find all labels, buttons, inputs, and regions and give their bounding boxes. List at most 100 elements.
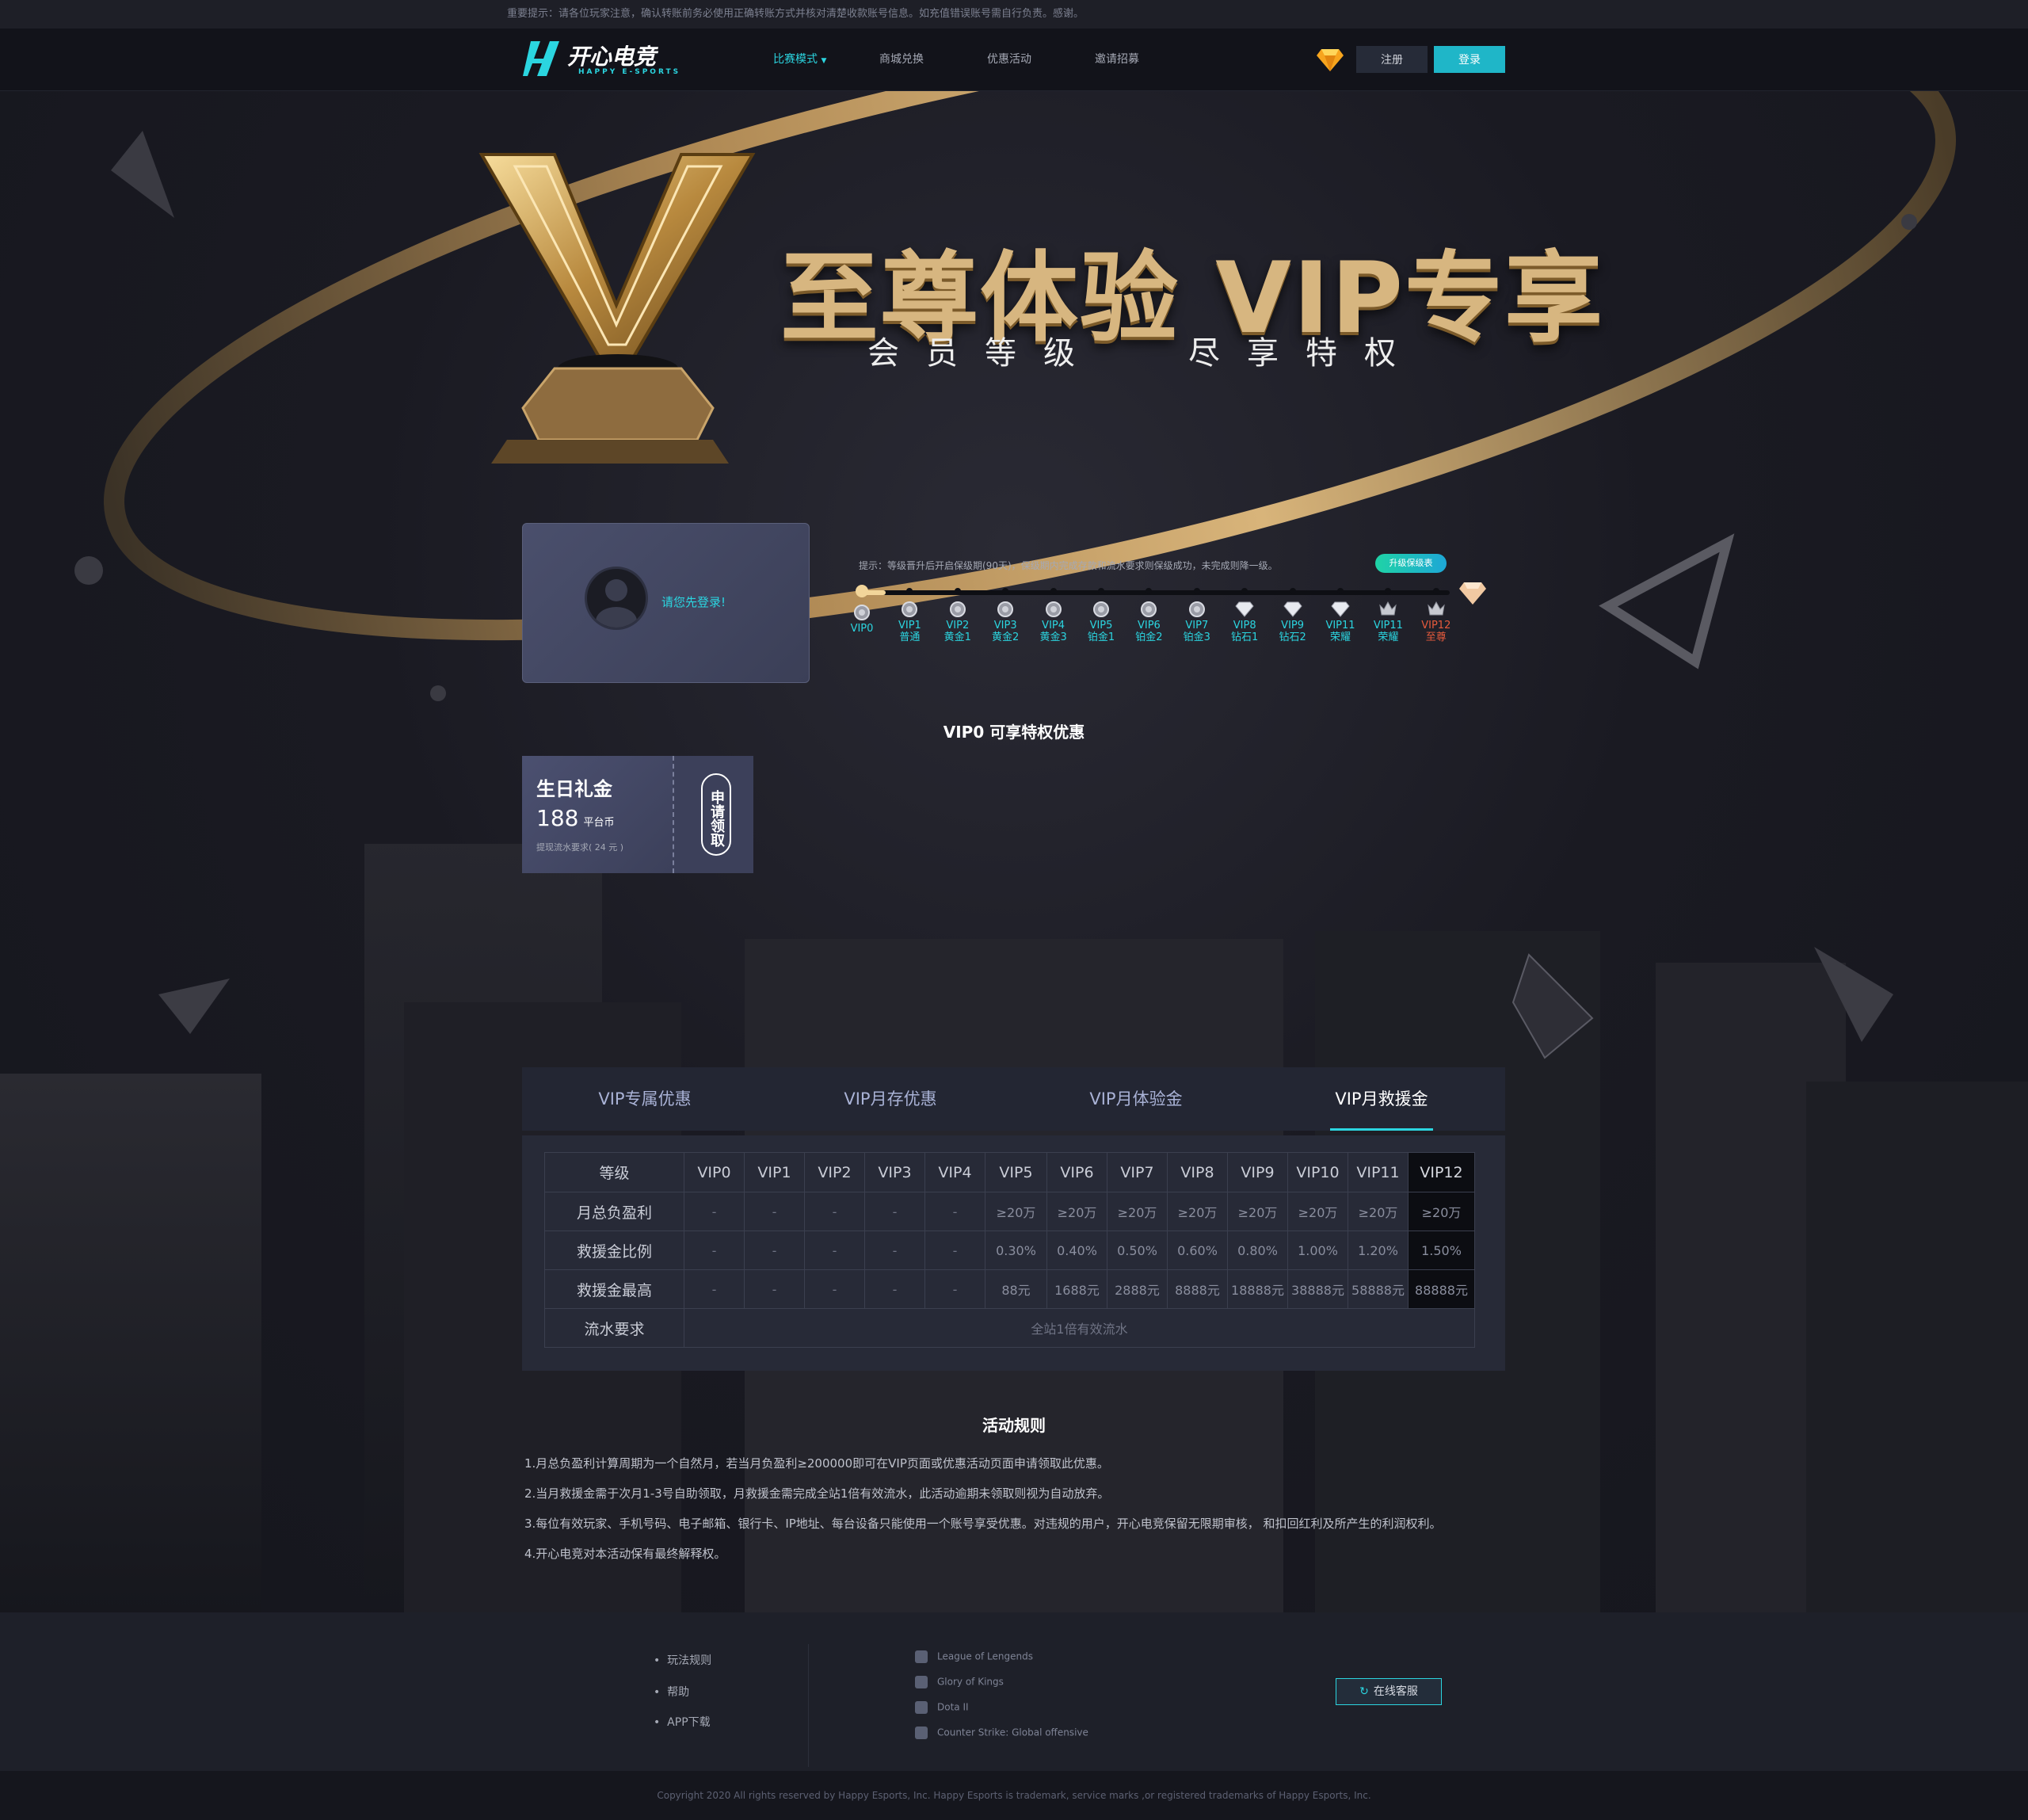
table-header-cell: VIP1 <box>744 1152 805 1192</box>
nav-label: 比赛模式 <box>773 53 818 66</box>
table-cell: 8888元 <box>1167 1269 1228 1309</box>
game-name: League of Lengends <box>937 1650 1033 1662</box>
footer-link-help[interactable]: • 帮助 <box>654 1684 689 1700</box>
footer-link-app[interactable]: • APP下载 <box>654 1714 711 1730</box>
tab-monthly-trial[interactable]: VIP月体验金 <box>1013 1067 1259 1131</box>
table-cell: - <box>864 1192 925 1231</box>
login-button[interactable]: 登录 <box>1434 46 1505 73</box>
coupon-amount-value: 188 <box>536 805 579 831</box>
tab-monthly-rescue[interactable]: VIP月救援金 <box>1259 1067 1504 1131</box>
medal-icon <box>900 599 919 618</box>
nav-shop[interactable]: 商城兑换 <box>879 51 924 67</box>
level-dot <box>1241 588 1248 594</box>
level-dot <box>1050 588 1057 594</box>
table-cell: - <box>684 1269 745 1309</box>
diamond-icon[interactable] <box>1317 48 1344 71</box>
register-button[interactable]: 注册 <box>1356 46 1428 73</box>
table-header-cell: 等级 <box>544 1152 684 1192</box>
level-code: VIP12 <box>1421 620 1451 631</box>
table-row: 流水要求 全站1倍有效流水 <box>544 1308 1475 1348</box>
level-dot <box>1289 588 1296 594</box>
table-cell: - <box>744 1269 805 1309</box>
tab-vip-exclusive[interactable]: VIP专属优惠 <box>522 1067 768 1131</box>
row-label: 月总负盈利 <box>544 1192 684 1231</box>
nav-invite[interactable]: 邀请招募 <box>1095 51 1139 67</box>
vip-level-step: VIP2 黄金1 <box>934 588 982 643</box>
nav-match-mode[interactable]: 比赛模式 ▼ <box>773 51 826 67</box>
game-link-kings[interactable]: Glory of Kings <box>915 1676 1004 1688</box>
table-cell: - <box>684 1192 745 1231</box>
notice-text: 重要提示：请各位玩家注意，确认转账前务必使用正确转账方式并核对清楚收款账号信息。… <box>507 8 1085 20</box>
level-dot <box>1385 588 1392 594</box>
level-code: VIP11 <box>1373 620 1403 631</box>
crown-icon <box>1378 599 1397 618</box>
table-header-cell: VIP5 <box>985 1152 1047 1192</box>
user-icon <box>596 579 637 628</box>
medal-icon <box>852 602 871 621</box>
avatar[interactable] <box>585 567 648 630</box>
diamond-icon <box>1459 582 1486 605</box>
level-dot <box>1098 588 1104 594</box>
level-dot <box>856 585 868 597</box>
notice-bar: 重要提示：请各位玩家注意，确认转账前务必使用正确转账方式并核对清楚收款账号信息。… <box>0 0 2028 29</box>
tab-monthly-deposit[interactable]: VIP月存优惠 <box>768 1067 1013 1131</box>
footer: • 玩法规则 • 帮助 • APP下载 League of Lengends G… <box>0 1612 2028 1771</box>
online-service-button[interactable]: ↻ 在线客服 <box>1336 1678 1442 1705</box>
footer-link-rules[interactable]: • 玩法规则 <box>654 1652 711 1668</box>
level-code: VIP11 <box>1325 620 1355 631</box>
crown-icon <box>1427 599 1446 618</box>
kings-icon <box>915 1676 928 1688</box>
hero-subtitle-right: 尽享特权 <box>1188 335 1423 372</box>
level-name: 荣耀 <box>1378 631 1399 643</box>
rescue-table: 等级 VIP0 VIP1 VIP2 VIP3 VIP4 VIP5 VIP6 VIP7 VIP8 VI… <box>544 1152 1475 1348</box>
nav-promotions[interactable]: 优惠活动 <box>987 51 1031 67</box>
apply-button[interactable]: 申请领取 <box>701 773 731 856</box>
vip-tip: 提示：等级晋升后开启保级期(90天)，保级期内完成存款和流水要求则保级成功，未完… <box>859 560 1278 571</box>
table-header-cell: VIP0 <box>684 1152 745 1192</box>
game-link-csgo[interactable]: Counter Strike: Global offensive <box>915 1727 1088 1739</box>
login-prompt[interactable]: 请您先登录! <box>661 593 726 610</box>
table-cell: - <box>744 1192 805 1231</box>
level-name: 铂金3 <box>1183 631 1210 643</box>
table-cell: 0.50% <box>1107 1231 1168 1270</box>
vip-level-step: VIP6 铂金2 <box>1125 588 1172 643</box>
vip-level-step: VIP11 荣耀 <box>1364 588 1412 643</box>
table-cell: 2888元 <box>1107 1269 1168 1309</box>
table-header-cell: VIP6 <box>1046 1152 1107 1192</box>
level-code: VIP2 <box>946 620 970 631</box>
keep-level-button[interactable]: 升级保级表 <box>1375 554 1447 573</box>
logo-name: 开心电竞 <box>567 44 657 70</box>
vip-level-step: VIP12 至尊 <box>1412 588 1460 643</box>
table-cell: 0.30% <box>985 1231 1047 1270</box>
header: 开心电竞 HAPPY E-SPORTS 比赛模式 ▼ 商城兑换 优惠活动 邀请招… <box>0 29 2028 91</box>
footer-link-label: APP下载 <box>667 1716 711 1729</box>
game-link-dota[interactable]: Dota II <box>915 1701 969 1714</box>
privilege-title: VIP0 可享特权优惠 <box>943 723 1085 742</box>
vip-level-step: VIP4 黄金3 <box>1030 588 1077 643</box>
level-code: VIP3 <box>993 620 1017 631</box>
table-row: 月总负盈利 - - - - - ≥20万 ≥20万 ≥20万 ≥20万 ≥20万 ≥20万 ≥20万 ≥2… <box>544 1192 1475 1231</box>
table-cell: - <box>924 1269 985 1309</box>
table-header-cell: VIP11 <box>1348 1152 1409 1192</box>
level-code: VIP0 <box>850 623 874 635</box>
level-code: VIP1 <box>898 620 921 631</box>
vip-level-step: VIP5 铂金1 <box>1077 588 1125 643</box>
game-name: Glory of Kings <box>937 1676 1004 1688</box>
vip-level-step: VIP8 钻石1 <box>1221 588 1268 643</box>
table-cell: 0.60% <box>1167 1231 1228 1270</box>
game-name: Counter Strike: Global offensive <box>937 1727 1088 1738</box>
table-header-cell: VIP9 <box>1227 1152 1288 1192</box>
level-name: 钻石2 <box>1279 631 1306 643</box>
table-header-cell: VIP7 <box>1107 1152 1168 1192</box>
csgo-icon <box>915 1727 928 1739</box>
vip-level-step: VIP0 <box>838 585 886 635</box>
logo-icon <box>523 41 559 76</box>
coupon-unit: 平台币 <box>583 817 615 829</box>
game-link-lol[interactable]: League of Lengends <box>915 1650 1033 1663</box>
level-name: 铂金2 <box>1135 631 1163 643</box>
table-cell: - <box>804 1192 865 1231</box>
vip-level-step: VIP11 荣耀 <box>1317 588 1364 643</box>
level-name: 黄金3 <box>1039 631 1067 643</box>
logo[interactable]: 开心电竞 HAPPY E-SPORTS <box>523 36 681 82</box>
hero-banner: 至尊体验 VIP专享 会员等级 尽享特权 <box>0 91 2028 1612</box>
